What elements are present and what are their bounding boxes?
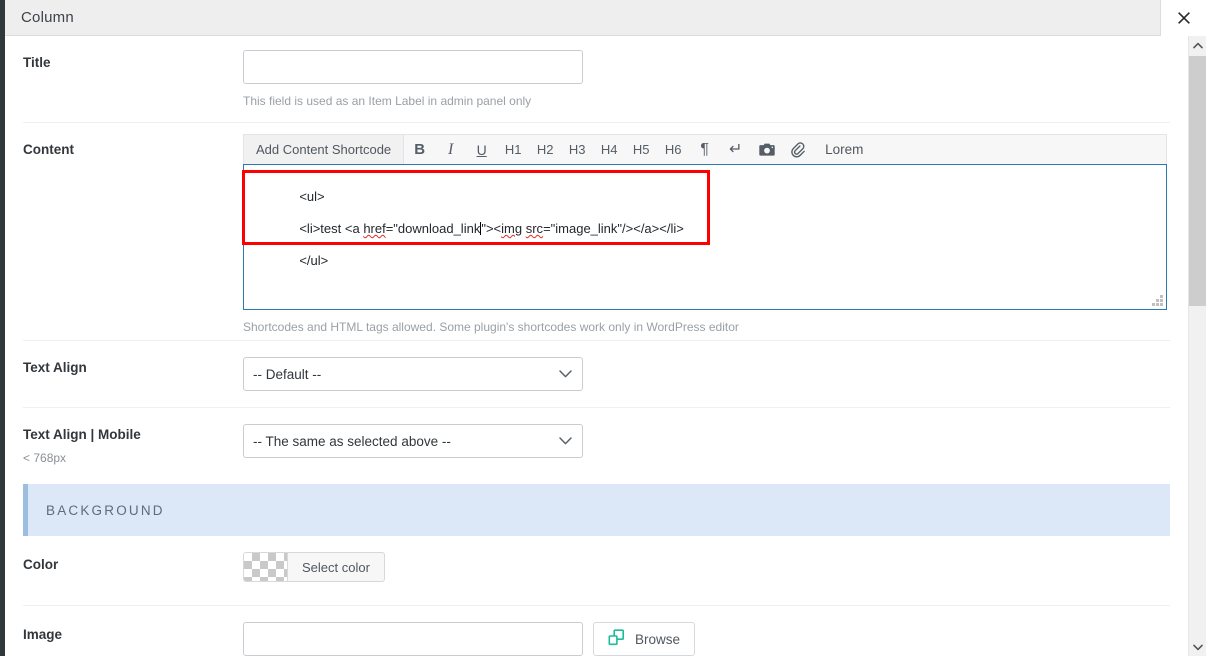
- color-field-cell: Select color: [243, 536, 1170, 600]
- text-align-select-wrap: -- Default --: [243, 357, 583, 391]
- code-line-2-href: href: [363, 221, 386, 236]
- close-button[interactable]: [1160, 0, 1206, 36]
- italic-button[interactable]: I: [440, 135, 461, 165]
- code-line-2-part-b: ="download_link: [385, 221, 481, 236]
- code-line-2-part-a: <li>test <a: [299, 221, 364, 236]
- title-field-cell: This field is used as an Item Label in a…: [243, 36, 1170, 124]
- code-line-1: <ul>: [299, 189, 325, 204]
- settings-scroll-area[interactable]: Title This field is used as an Item Labe…: [5, 36, 1188, 656]
- image-input[interactable]: [243, 622, 583, 656]
- content-textarea-text: <ul> <li>test <a href="download_link"><i…: [256, 173, 684, 285]
- text-align-mobile-select-wrap: -- The same as selected above --: [243, 424, 583, 458]
- underline-button[interactable]: U: [471, 135, 492, 165]
- image-label-cell: Image: [23, 606, 243, 644]
- heading4-button[interactable]: H4: [598, 135, 620, 165]
- text-align-field-cell: -- Default --: [243, 341, 1170, 405]
- paperclip-link-icon[interactable]: [787, 135, 808, 165]
- heading2-button[interactable]: H2: [534, 135, 556, 165]
- row-text-align-mobile: Text Align | Mobile < 768px -- The same …: [23, 408, 1170, 484]
- add-content-shortcode-button[interactable]: Add Content Shortcode: [244, 134, 405, 165]
- editor-toolbar: Add Content Shortcode B I U H1 H2 H3 H4 …: [243, 134, 1167, 165]
- text-align-label: Text Align: [23, 360, 87, 375]
- chevron-down-icon: [1193, 638, 1203, 656]
- color-swatch-transparent: [244, 553, 288, 581]
- left-rail: [0, 0, 5, 656]
- row-title: Title This field is used as an Item Labe…: [23, 36, 1170, 123]
- browse-button[interactable]: Browse: [593, 622, 696, 656]
- chevron-up-icon: [1193, 36, 1203, 54]
- scroll-down-button[interactable]: [1189, 638, 1206, 656]
- column-settings-modal: Column Title This field is used as an It…: [0, 0, 1206, 656]
- row-content: Content Add Content Shortcode B I U H1 H…: [23, 123, 1170, 341]
- heading6-button[interactable]: H6: [662, 135, 684, 165]
- modal-titlebar: Column: [0, 0, 1206, 36]
- browse-button-label: Browse: [635, 631, 681, 647]
- content-textarea[interactable]: <ul> <li>test <a href="download_link"><i…: [243, 164, 1167, 310]
- line-break-icon[interactable]: ↵: [725, 135, 746, 165]
- heading3-button[interactable]: H3: [566, 135, 588, 165]
- heading5-button[interactable]: H5: [630, 135, 652, 165]
- section-header-background: BACKGROUND: [23, 484, 1170, 536]
- row-color: Color Select color: [23, 536, 1170, 606]
- text-align-mobile-select[interactable]: -- The same as selected above --: [243, 424, 583, 458]
- select-color-label: Select color: [302, 559, 370, 575]
- lorem-button[interactable]: Lorem: [825, 135, 863, 165]
- content-help-text: Shortcodes and HTML tags allowed. Some p…: [243, 320, 739, 334]
- content-label-cell: Content: [23, 123, 243, 159]
- camera-icon[interactable]: [756, 135, 777, 165]
- code-line-2-img: img: [501, 221, 523, 236]
- color-label-cell: Color: [23, 536, 243, 574]
- text-align-mobile-label: Text Align | Mobile: [23, 427, 141, 442]
- title-label: Title: [23, 55, 51, 70]
- code-line-3: </ul>: [299, 253, 329, 268]
- code-line-2-src: src: [525, 221, 544, 236]
- section-header-background-label: BACKGROUND: [46, 502, 165, 518]
- scrollbar-thumb[interactable]: [1189, 56, 1206, 306]
- row-image: Image Browse: [23, 606, 1170, 656]
- text-align-mobile-label-cell: Text Align | Mobile < 768px: [23, 408, 243, 465]
- image-label: Image: [23, 627, 63, 642]
- text-align-mobile-field-cell: -- The same as selected above --: [243, 408, 1170, 472]
- color-label: Color: [23, 557, 59, 572]
- code-line-2-part-d: ="image_link"/></a></li>: [543, 221, 684, 236]
- row-text-align: Text Align -- Default --: [23, 341, 1170, 408]
- duplicate-media-icon: [608, 629, 625, 649]
- heading1-button[interactable]: H1: [502, 135, 524, 165]
- content-label: Content: [23, 142, 74, 157]
- vertical-scrollbar[interactable]: [1188, 36, 1206, 656]
- bold-button[interactable]: B: [409, 135, 430, 165]
- title-label-cell: Title: [23, 36, 243, 72]
- text-align-mobile-sublabel: < 768px: [23, 450, 67, 465]
- content-field-cell: Add Content Shortcode B I U H1 H2 H3 H4 …: [243, 123, 1170, 350]
- scroll-up-button[interactable]: [1189, 36, 1206, 54]
- title-help-text: This field is used as an Item Label in a…: [243, 94, 532, 108]
- title-input[interactable]: [243, 50, 583, 84]
- select-color-button[interactable]: Select color: [243, 552, 385, 582]
- pilcrow-icon[interactable]: ¶: [694, 135, 715, 165]
- close-x-icon: [1176, 10, 1192, 26]
- page-title: Column: [21, 9, 74, 26]
- code-line-2-part-c: "><: [481, 221, 502, 236]
- text-align-select[interactable]: -- Default --: [243, 357, 583, 391]
- textarea-resize-handle[interactable]: [1152, 295, 1163, 306]
- text-align-label-cell: Text Align: [23, 341, 243, 377]
- image-field-cell: Browse: [243, 606, 1170, 656]
